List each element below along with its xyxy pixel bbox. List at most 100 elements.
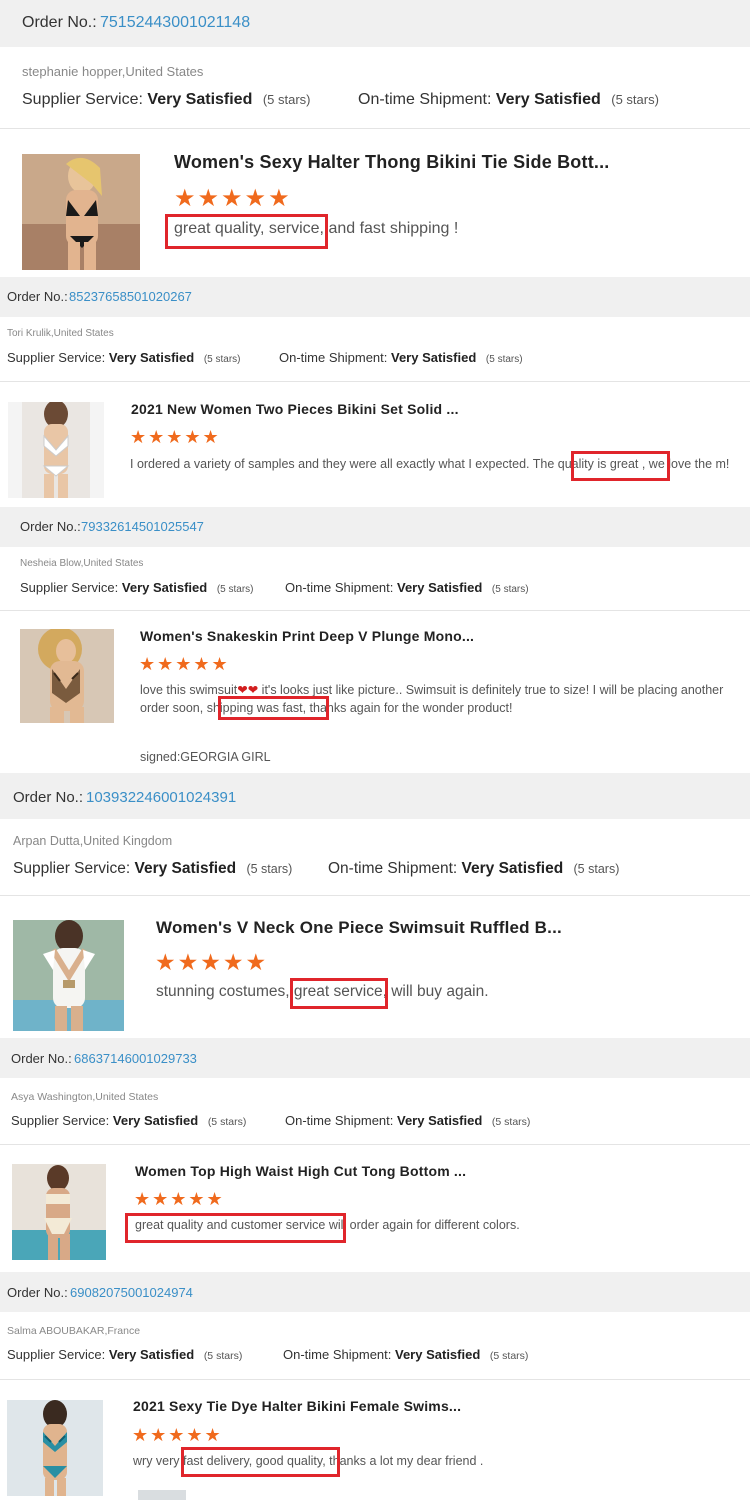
review-card: Order No.: 103932246001024391 Arpan Dutt… xyxy=(0,773,750,1038)
order-label: Order No.: xyxy=(7,1285,68,1300)
supplier-service-value: Very Satisfied xyxy=(134,860,237,877)
supplier-service-label: Supplier Service: xyxy=(13,860,131,877)
divider xyxy=(0,1144,750,1145)
order-label: Order No.: xyxy=(11,1051,72,1066)
highlight-box xyxy=(125,1213,346,1243)
shipment-rating-row: On-time Shipment: Very Satisfied (5 star… xyxy=(285,1113,530,1128)
order-label: Order No.: xyxy=(7,289,68,304)
shipment-label: On-time Shipment: xyxy=(285,580,394,595)
highlight-box xyxy=(290,978,388,1009)
shipment-value: Very Satisfied xyxy=(391,350,477,365)
order-number[interactable]: 79332614501025547 xyxy=(81,519,204,534)
divider xyxy=(0,610,750,611)
shipment-stars: (5 stars) xyxy=(489,1350,529,1362)
order-number[interactable]: 103932246001024391 xyxy=(86,789,236,806)
highlight-box xyxy=(165,214,328,249)
review-card: Order No.: 68637146001029733 Asya Washin… xyxy=(0,1038,750,1272)
supplier-service-label: Supplier Service: xyxy=(11,1113,110,1128)
shipment-label: On-time Shipment: xyxy=(283,1347,392,1362)
supplier-service-value: Very Satisfied xyxy=(108,350,195,365)
review-card: Order No.: 79332614501025547 Nesheia Blo… xyxy=(0,507,750,773)
shipment-value: Very Satisfied xyxy=(395,1347,481,1362)
product-title[interactable]: Women Top High Waist High Cut Tong Botto… xyxy=(135,1163,466,1179)
product-thumbnail[interactable] xyxy=(20,629,114,723)
star-rating: ★★★★★ xyxy=(139,654,230,674)
shipment-label: On-time Shipment: xyxy=(358,91,492,108)
supplier-service-stars: (5 stars) xyxy=(203,1350,243,1362)
divider xyxy=(0,128,750,129)
star-rating: ★★★★★ xyxy=(155,949,269,975)
product-title[interactable]: Women's Sexy Halter Thong Bikini Tie Sid… xyxy=(174,152,610,173)
order-label: Order No.: xyxy=(20,519,81,534)
product-thumbnail[interactable] xyxy=(22,154,140,270)
supplier-service-stars: (5 stars) xyxy=(207,1116,247,1128)
shipment-rating-row: On-time Shipment: Very Satisfied (5 star… xyxy=(283,1347,528,1362)
shipment-label: On-time Shipment: xyxy=(285,1113,394,1128)
product-title[interactable]: Women's Snakeskin Print Deep V Plunge Mo… xyxy=(140,628,474,644)
product-thumbnail[interactable] xyxy=(8,402,104,498)
shipment-stars: (5 stars) xyxy=(611,92,659,107)
shipment-rating-row: On-time Shipment: Very Satisfied (5 star… xyxy=(279,350,523,365)
star-rating: ★★★★★ xyxy=(134,1189,225,1209)
product-title[interactable]: Women's V Neck One Piece Swimsuit Ruffle… xyxy=(156,918,562,938)
heart-icon: ❤❤ xyxy=(237,683,259,697)
divider xyxy=(0,381,750,382)
supplier-service-label: Supplier Service: xyxy=(7,350,106,365)
supplier-service-value: Very Satisfied xyxy=(147,91,253,108)
order-bar: Order No.: 85237658501020267 xyxy=(0,277,750,317)
review-text-part: love this swimsuit xyxy=(140,683,238,697)
review-card: Order No.: 69082075001024974 Salma ABOUB… xyxy=(0,1272,750,1500)
supplier-service-value: Very Satisfied xyxy=(112,1113,199,1128)
product-title[interactable]: 2021 New Women Two Pieces Bikini Set Sol… xyxy=(131,401,459,417)
shipment-value: Very Satisfied xyxy=(397,1113,483,1128)
buyer-name: Arpan Dutta,United Kingdom xyxy=(13,834,173,848)
shipment-rating-row: On-time Shipment: Very Satisfied (5 star… xyxy=(358,91,659,109)
divider xyxy=(0,895,750,896)
product-thumbnail-partial[interactable] xyxy=(138,1490,186,1500)
order-number[interactable]: 69082075001024974 xyxy=(70,1285,193,1300)
supplier-service-value: Very Satisfied xyxy=(121,580,208,595)
order-number[interactable]: 68637146001029733 xyxy=(74,1051,197,1066)
shipment-stars: (5 stars) xyxy=(485,354,523,365)
service-rating-row: Supplier Service: Very Satisfied (5 star… xyxy=(13,860,292,878)
order-label: Order No.: xyxy=(13,789,84,806)
service-rating-row: Supplier Service: Very Satisfied (5 star… xyxy=(11,1113,246,1128)
review-card: Order No.: 85237658501020267 Tori Krulik… xyxy=(0,277,750,507)
supplier-service-stars: (5 stars) xyxy=(203,354,241,365)
highlight-box xyxy=(571,451,670,481)
product-title[interactable]: 2021 Sexy Tie Dye Halter Bikini Female S… xyxy=(133,1398,461,1414)
product-thumbnail[interactable] xyxy=(12,1164,106,1260)
highlight-box xyxy=(218,696,329,720)
shipment-label: On-time Shipment: xyxy=(328,860,458,877)
shipment-value: Very Satisfied xyxy=(461,860,564,877)
review-card: Order No.: 75152443001021148 stephanie h… xyxy=(0,0,750,277)
service-rating-row: Supplier Service: Very Satisfied (5 star… xyxy=(7,350,240,365)
order-bar: Order No.: 75152443001021148 xyxy=(0,0,750,47)
star-rating: ★★★★★ xyxy=(130,427,221,447)
service-rating-row: Supplier Service: Very Satisfied (5 star… xyxy=(22,91,310,109)
shipment-rating-row: On-time Shipment: Very Satisfied (5 star… xyxy=(285,580,529,595)
order-number[interactable]: 75152443001021148 xyxy=(100,14,250,32)
order-label: Order No.: xyxy=(22,14,97,31)
order-bar: Order No.: 68637146001029733 xyxy=(0,1038,750,1078)
order-number[interactable]: 85237658501020267 xyxy=(69,289,192,304)
order-bar: Order No.: 103932246001024391 xyxy=(0,773,750,819)
service-rating-row: Supplier Service: Very Satisfied (5 star… xyxy=(7,1347,242,1362)
buyer-name: stephanie hopper,United States xyxy=(22,64,204,79)
supplier-service-label: Supplier Service: xyxy=(22,91,143,108)
product-thumbnail[interactable] xyxy=(13,920,124,1031)
shipment-value: Very Satisfied xyxy=(397,580,483,595)
supplier-service-stars: (5 stars) xyxy=(246,862,293,876)
order-bar: Order No.: 69082075001024974 xyxy=(0,1272,750,1312)
buyer-name: Tori Krulik,United States xyxy=(7,328,114,339)
supplier-service-value: Very Satisfied xyxy=(108,1347,195,1362)
product-thumbnail[interactable] xyxy=(7,1400,103,1496)
buyer-name: Nesheia Blow,United States xyxy=(20,558,144,569)
buyer-name: Asya Washington,United States xyxy=(11,1091,159,1103)
supplier-service-stars: (5 stars) xyxy=(262,92,311,107)
shipment-stars: (5 stars) xyxy=(491,1116,531,1128)
supplier-service-label: Supplier Service: xyxy=(20,580,119,595)
shipment-stars: (5 stars) xyxy=(573,862,620,876)
divider xyxy=(0,1379,750,1380)
shipment-stars: (5 stars) xyxy=(491,584,529,595)
